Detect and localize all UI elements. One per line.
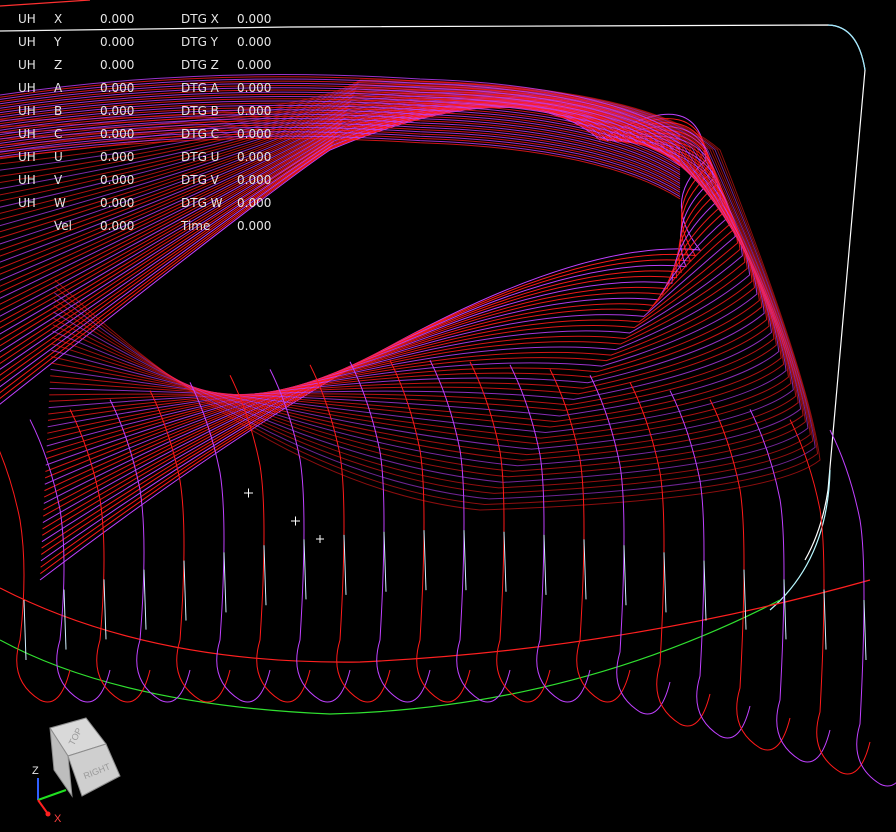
dro-prefix: UH — [18, 127, 36, 141]
dro-axis-label: C — [54, 127, 63, 141]
dro-axis-value: 0.000 — [100, 127, 135, 141]
dro-dtg-label: DTG X — [181, 12, 219, 26]
vel-value: 0.000 — [100, 219, 135, 233]
dro-prefix: UH — [18, 81, 36, 95]
dro-axis-label: V — [54, 173, 63, 187]
dro-axis-value: 0.000 — [100, 81, 135, 95]
dro-dtg-value: 0.000 — [237, 104, 272, 118]
gcode-3d-viewport[interactable] — [0, 0, 896, 832]
dro-axis-label: W — [54, 196, 66, 210]
dro-axis-value: 0.000 — [100, 173, 135, 187]
dro-axis-value: 0.000 — [100, 150, 135, 164]
view-cube-box[interactable]: TOP RIGHT — [49, 717, 121, 798]
dro-dtg-label: DTG A — [181, 81, 219, 95]
dro-dtg-value: 0.000 — [237, 58, 272, 72]
vel-label: Vel — [54, 219, 72, 233]
dro-prefix: UH — [18, 12, 36, 26]
dro-dtg-value: 0.000 — [237, 127, 272, 141]
dro-axis-label: X — [54, 12, 63, 26]
dro-axis-label: U — [54, 150, 63, 164]
dro-axis-value: 0.000 — [100, 12, 135, 26]
dro-prefix: UH — [18, 58, 36, 72]
dro-dtg-label: DTG Z — [181, 58, 219, 72]
dro-dtg-label: DTG W — [181, 196, 223, 210]
view-cube[interactable]: TOP RIGHT Z X — [24, 714, 134, 826]
dro-dtg-value: 0.000 — [237, 12, 272, 26]
time-value: 0.000 — [237, 219, 272, 233]
dro-axis-value: 0.000 — [100, 196, 135, 210]
dro-axis-value: 0.000 — [100, 104, 135, 118]
dro-dtg-label: DTG B — [181, 104, 219, 118]
dro-dtg-value: 0.000 — [237, 35, 272, 49]
triad-x-label: X — [54, 813, 62, 825]
time-label: Time — [181, 219, 211, 233]
dro-axis-value: 0.000 — [100, 58, 135, 72]
dro-dtg-value: 0.000 — [237, 173, 272, 187]
dro-axis-label: B — [54, 104, 63, 118]
dro-axis-label: Z — [54, 58, 63, 72]
dro-dtg-value: 0.000 — [237, 81, 272, 95]
dro-axis-value: 0.000 — [100, 35, 135, 49]
dro-dtg-label: DTG U — [181, 150, 220, 164]
dro-dtg-value: 0.000 — [237, 150, 272, 164]
dro-dtg-label: DTG C — [181, 127, 220, 141]
dro-prefix: UH — [18, 173, 36, 187]
dro-prefix: UH — [18, 35, 36, 49]
dro-dtg-label: DTG Y — [181, 35, 219, 49]
dro-prefix: UH — [18, 196, 36, 210]
triad-z-label: Z — [32, 765, 39, 777]
dro-dtg-value: 0.000 — [237, 196, 272, 210]
dro-dtg-label: DTG V — [181, 173, 219, 187]
dro-axis-label: A — [54, 81, 63, 95]
dro-axis-label: Y — [54, 35, 62, 49]
dro-prefix: UH — [18, 150, 36, 164]
dro-prefix: UH — [18, 104, 36, 118]
